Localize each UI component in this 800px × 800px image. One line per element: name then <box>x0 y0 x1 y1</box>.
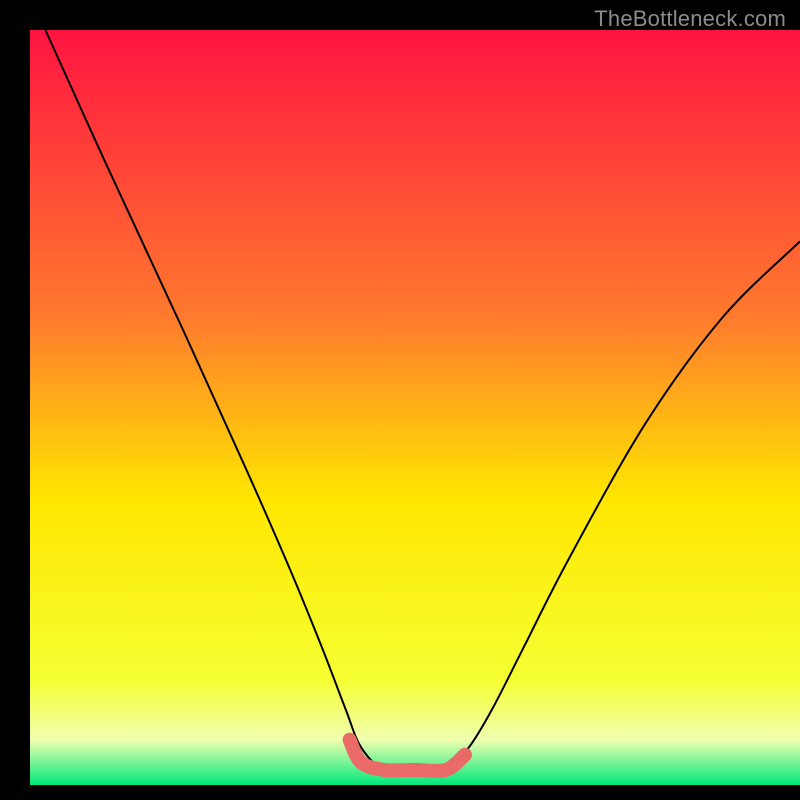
watermark-text: TheBottleneck.com <box>594 6 786 32</box>
bottleneck-chart <box>0 0 800 800</box>
chart-frame: { "watermark": "TheBottleneck.com", "cha… <box>0 0 800 800</box>
plot-background <box>30 30 800 785</box>
